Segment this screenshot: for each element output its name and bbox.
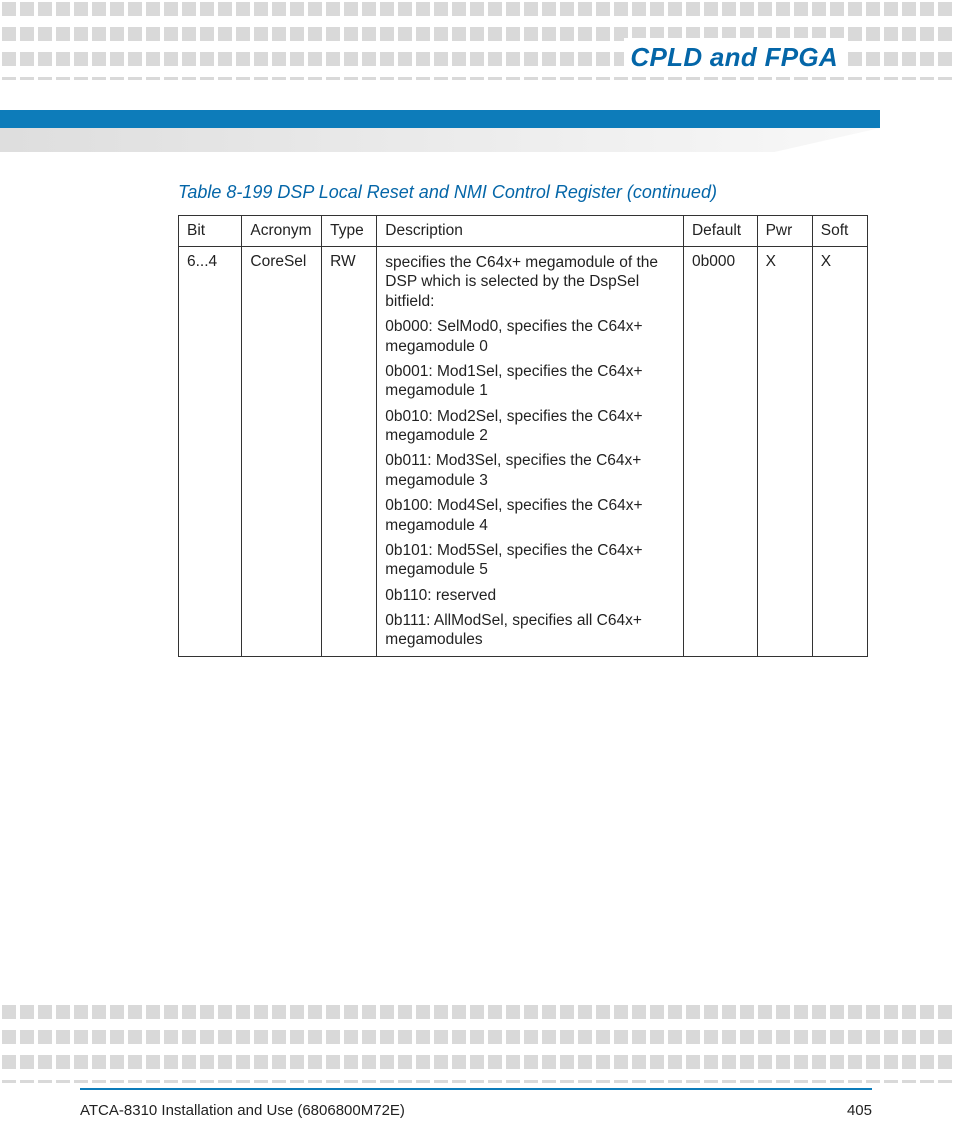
- table-header-row: Bit Acronym Type Description Default Pwr…: [179, 216, 868, 247]
- table-row: 6...4 CoreSel RW specifies the C64x+ meg…: [179, 247, 868, 657]
- footer-doc-title: ATCA-8310 Installation and Use (6806800M…: [80, 1102, 405, 1119]
- description-line: 0b001: Mod1Sel, specifies the C64x+ mega…: [385, 362, 675, 401]
- col-bit: Bit: [179, 216, 242, 247]
- register-table: Bit Acronym Type Description Default Pwr…: [178, 215, 868, 657]
- col-acronym: Acronym: [242, 216, 322, 247]
- cell-bit: 6...4: [179, 247, 242, 657]
- description-line: 0b100: Mod4Sel, specifies the C64x+ mega…: [385, 496, 675, 535]
- cell-soft: X: [812, 247, 867, 657]
- col-type: Type: [322, 216, 377, 247]
- description-line: specifies the C64x+ megamodule of the DS…: [385, 253, 675, 311]
- table-caption: Table 8-199 DSP Local Reset and NMI Cont…: [178, 182, 868, 203]
- cell-default: 0b000: [683, 247, 757, 657]
- col-soft: Soft: [812, 216, 867, 247]
- description-line: 0b010: Mod2Sel, specifies the C64x+ mega…: [385, 407, 675, 446]
- cell-description: specifies the C64x+ megamodule of the DS…: [377, 247, 684, 657]
- col-default: Default: [683, 216, 757, 247]
- cell-acronym: CoreSel: [242, 247, 322, 657]
- chapter-title: CPLD and FPGA: [624, 38, 844, 77]
- description-line: 0b111: AllModSel, specifies all C64x+ me…: [385, 611, 675, 650]
- description-line: 0b011: Mod3Sel, specifies the C64x+ mega…: [385, 451, 675, 490]
- footer-page-number: 405: [847, 1102, 872, 1119]
- footer-dot-pattern: [0, 1003, 954, 1083]
- description-line: 0b110: reserved: [385, 586, 675, 605]
- cell-type: RW: [322, 247, 377, 657]
- description-line: 0b000: SelMod0, specifies the C64x+ mega…: [385, 317, 675, 356]
- cell-pwr: X: [757, 247, 812, 657]
- col-pwr: Pwr: [757, 216, 812, 247]
- header-gray-wedge: [0, 128, 880, 152]
- header-blue-bar: [0, 110, 880, 128]
- description-line: 0b101: Mod5Sel, specifies the C64x+ mega…: [385, 541, 675, 580]
- footer-rule: [80, 1088, 872, 1090]
- col-description: Description: [377, 216, 684, 247]
